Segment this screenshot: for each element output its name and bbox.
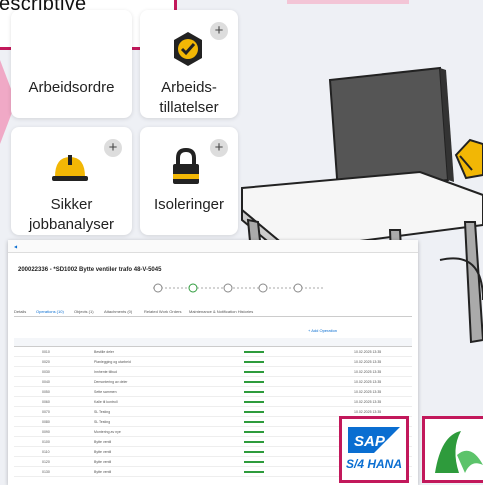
tile-label-2: jobbanalyser bbox=[28, 216, 115, 233]
tile-label-1: Arbeids- bbox=[161, 79, 217, 96]
desc-cell: Bytte ventil bbox=[94, 450, 112, 454]
desc-cell: Planlegging og utarbeid bbox=[94, 360, 131, 364]
op-cell: 0130 bbox=[42, 470, 50, 474]
op-cell: 0040 bbox=[42, 380, 50, 384]
desc-cell: Bytte ventil bbox=[94, 470, 112, 474]
table-row[interactable]: 0060 Kalle til kontroll 10.02.2025 13:35 bbox=[14, 398, 412, 407]
date-cell: 10.02.2025 13:35 bbox=[354, 410, 382, 414]
op-cell: 0020 bbox=[42, 360, 50, 364]
svg-text:SAP: SAP bbox=[354, 433, 386, 450]
desc-cell: Innhente tilbud bbox=[94, 370, 117, 374]
tile-arbeidstillatelser[interactable]: + Arbeids- tillatelser bbox=[140, 10, 238, 118]
badge-icon bbox=[174, 32, 202, 66]
op-cell: 0030 bbox=[42, 370, 50, 374]
date-cell: 10.02.2025 13:35 bbox=[354, 400, 382, 404]
tile-label-1: Sikker bbox=[50, 196, 93, 213]
progress-bar bbox=[244, 401, 264, 403]
sap-hana-text: S/4 HANA bbox=[346, 457, 403, 471]
hard-hat-icon bbox=[52, 155, 88, 181]
desc-cell: Bytte ventil bbox=[94, 440, 112, 444]
op-cell: 0060 bbox=[42, 400, 50, 404]
pink-strip bbox=[287, 0, 409, 4]
desc-cell: Bestille deler bbox=[94, 350, 115, 354]
op-cell: 0010 bbox=[42, 350, 50, 354]
op-cell: 0070 bbox=[42, 410, 50, 414]
date-cell: 10.02.2025 13:35 bbox=[354, 350, 382, 354]
progress-bar bbox=[244, 371, 264, 373]
progress-bar bbox=[244, 441, 264, 443]
desc-cell: Sette sammen bbox=[94, 390, 117, 394]
desc-cell: Bytte ventil bbox=[94, 460, 112, 464]
op-cell: 0050 bbox=[42, 390, 50, 394]
tile-label: Arbeidsordre bbox=[28, 79, 115, 96]
desc-cell: SL Testing bbox=[94, 420, 111, 424]
progress-bar bbox=[244, 451, 264, 453]
green-brand-logo-icon bbox=[435, 431, 483, 473]
tile-label-2: tillatelser bbox=[159, 99, 219, 116]
plus-icon[interactable]: + bbox=[210, 139, 228, 157]
table-row[interactable]: 0050 Sette sammen 10.02.2025 13:35 bbox=[14, 388, 412, 397]
plus-icon[interactable]: + bbox=[104, 139, 122, 157]
table-row[interactable]: 0040 Demontering av deler 10.02.2025 13:35 bbox=[14, 378, 412, 387]
tile-arbeidsordre[interactable]: Arbeidsordre bbox=[11, 10, 132, 118]
process-flow bbox=[153, 283, 323, 293]
tab-details[interactable]: Details bbox=[14, 309, 26, 314]
app-header: ◀ bbox=[8, 240, 418, 253]
plus-icon[interactable]: + bbox=[210, 22, 228, 40]
date-cell: 10.02.2025 13:35 bbox=[354, 390, 382, 394]
progress-bar bbox=[244, 351, 264, 353]
table-row[interactable]: 0020 Planlegging og utarbeid 10.02.2025 13… bbox=[14, 358, 412, 367]
tile-label: Isoleringer bbox=[153, 196, 225, 213]
progress-bar bbox=[244, 471, 264, 473]
progress-bar bbox=[244, 431, 264, 433]
desc-cell: Kalle til kontroll bbox=[94, 400, 118, 404]
tab-objects[interactable]: Objects (1) bbox=[74, 309, 94, 314]
app-logo: ◀ bbox=[14, 244, 18, 249]
tab-attachments[interactable]: Attachments (0) bbox=[104, 309, 132, 314]
table-header bbox=[14, 338, 412, 347]
date-cell: 10.02.2025 13:35 bbox=[354, 370, 382, 374]
table-row[interactable]: 0010 Bestille deler 10.02.2025 13:35 bbox=[14, 348, 412, 357]
tile-isoleringer[interactable]: + Isoleringer bbox=[140, 127, 238, 235]
tab-operations[interactable]: Operations (10) bbox=[36, 309, 64, 314]
green-logo-box bbox=[422, 416, 483, 483]
op-cell: 0110 bbox=[42, 450, 50, 454]
progress-bar bbox=[244, 391, 264, 393]
tab-related[interactable]: Related Work Orders bbox=[144, 309, 182, 314]
progress-bar bbox=[244, 381, 264, 383]
op-cell: 0090 bbox=[42, 430, 50, 434]
sap-logo-box: SAP S/4 HANA bbox=[339, 416, 409, 483]
tab-histories[interactable]: Maintenance & Notification Histories bbox=[189, 309, 253, 314]
desc-cell: SL Testing bbox=[94, 410, 111, 414]
table-row[interactable]: 0030 Innhente tilbud 10.02.2025 13:35 bbox=[14, 368, 412, 377]
padlock-icon bbox=[173, 147, 199, 184]
date-cell: 10.02.2025 13:35 bbox=[354, 380, 382, 384]
work-order-title: 200022336 - *SD1002 Bytte ventiler trafo… bbox=[18, 267, 162, 273]
progress-bar bbox=[244, 461, 264, 463]
date-cell: 10.02.2025 13:35 bbox=[354, 360, 382, 364]
op-cell: 0120 bbox=[42, 460, 50, 464]
progress-bar bbox=[244, 361, 264, 363]
op-cell: 0080 bbox=[42, 420, 50, 424]
desc-cell: Montering av nye bbox=[94, 430, 121, 434]
desc-cell: Demontering av deler bbox=[94, 380, 128, 384]
tab-bar: Details Operations (10) Objects (1) Atta… bbox=[14, 308, 412, 317]
progress-bar bbox=[244, 411, 264, 413]
tile-sikker-jobbanalyser[interactable]: + Sikker jobbanalyser bbox=[11, 127, 132, 235]
sap-logo-icon: SAP bbox=[348, 427, 400, 453]
progress-bar bbox=[244, 421, 264, 423]
op-cell: 0100 bbox=[42, 440, 50, 444]
add-operation-button[interactable]: + Add Operation bbox=[308, 328, 337, 333]
